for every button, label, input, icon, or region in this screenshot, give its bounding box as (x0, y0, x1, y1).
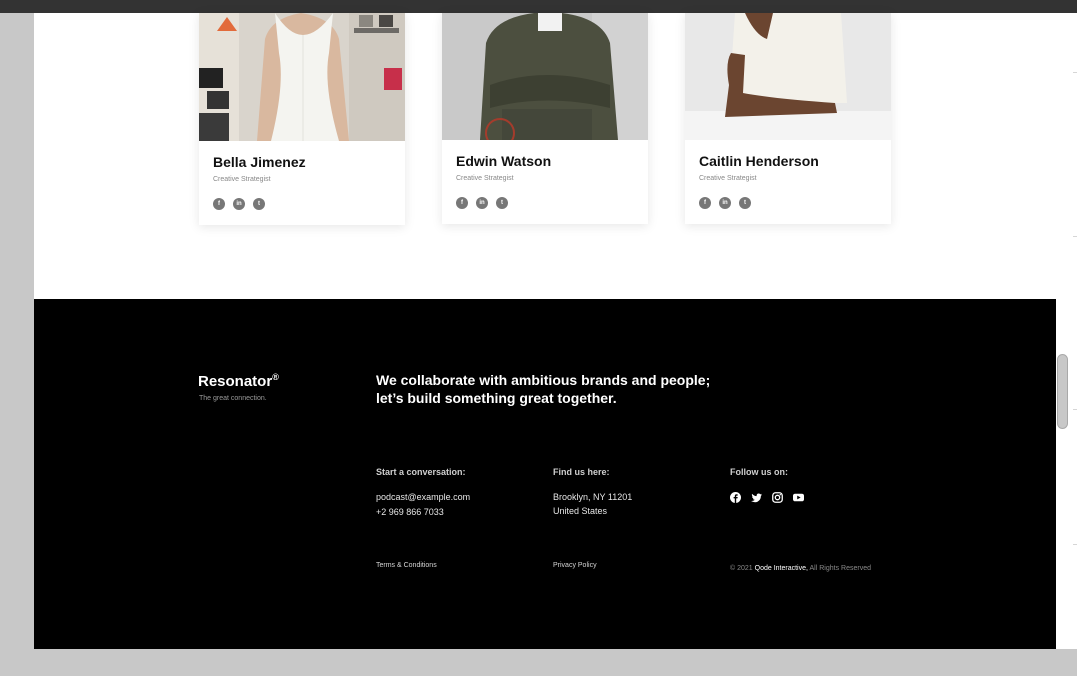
gutter-divider (1073, 544, 1077, 545)
facebook-icon[interactable]: f (699, 197, 711, 209)
team-member-photo (199, 13, 405, 141)
copyright-prefix: © 2021 (730, 565, 753, 572)
gutter-divider (1073, 409, 1077, 410)
copyright-suffix: All Rights Reserved (809, 565, 871, 572)
linkedin-icon[interactable]: in (476, 197, 488, 209)
instagram-icon[interactable] (772, 492, 783, 503)
team-member-role: Creative Strategist (456, 175, 514, 182)
follow-title: Follow us on: (730, 467, 788, 477)
location-line-1: Brooklyn, NY 11201 (553, 492, 633, 502)
footer-headline: We collaborate with ambitious brands and… (376, 371, 756, 407)
team-card[interactable]: Edwin Watson Creative Strategist f in t (442, 13, 648, 224)
terms-link[interactable]: Terms & Conditions (376, 562, 437, 569)
team-member-photo (685, 13, 891, 140)
location-line-2: United States (553, 506, 608, 516)
team-member-socials: f in t (699, 197, 751, 209)
facebook-icon[interactable] (730, 492, 741, 503)
team-member-socials: f in t (456, 197, 508, 209)
site-footer: Resonator® The great connection. We coll… (34, 299, 1056, 649)
scrollbar-thumb[interactable] (1057, 354, 1068, 429)
browser-top-bar (0, 0, 1077, 13)
team-member-role: Creative Strategist (213, 176, 271, 183)
contact-phone-link[interactable]: +2 969 866 7033 (376, 507, 444, 517)
footer-social-icons (730, 492, 804, 503)
team-member-socials: f in t (213, 198, 265, 210)
team-card[interactable]: Bella Jimenez Creative Strategist f in t (199, 13, 405, 225)
linkedin-icon[interactable]: in (719, 197, 731, 209)
contact-title: Start a conversation: (376, 467, 466, 477)
twitter-icon[interactable] (751, 492, 762, 503)
team-member-photo (442, 13, 648, 140)
twitter-icon[interactable]: t (739, 197, 751, 209)
youtube-icon[interactable] (793, 492, 804, 503)
contact-email-link[interactable]: podcast@example.com (376, 492, 470, 502)
footer-brand[interactable]: Resonator® (198, 372, 279, 390)
team-member-name: Edwin Watson (456, 153, 552, 169)
linkedin-icon[interactable]: in (233, 198, 245, 210)
facebook-icon[interactable]: f (456, 197, 468, 209)
browser-bottom-area (0, 649, 1077, 676)
team-member-name: Bella Jimenez (213, 154, 306, 170)
copyright: © 2021 Qode Interactive, All Rights Rese… (730, 565, 871, 572)
twitter-icon[interactable]: t (253, 198, 265, 210)
team-member-role: Creative Strategist (699, 175, 757, 182)
footer-tagline: The great connection. (199, 395, 267, 402)
twitter-icon[interactable]: t (496, 197, 508, 209)
brand-registered-mark: ® (272, 372, 279, 382)
headline-line-2: let’s build something great together. (376, 390, 617, 406)
gutter-divider (1073, 72, 1077, 73)
privacy-link[interactable]: Privacy Policy (553, 562, 597, 569)
copyright-company-link[interactable]: Qode Interactive, (755, 565, 808, 572)
brand-name: Resonator (198, 373, 273, 390)
right-gutter (1056, 13, 1077, 676)
team-card[interactable]: Caitlin Henderson Creative Strategist f … (685, 13, 891, 224)
location-title: Find us here: (553, 467, 610, 477)
headline-line-1: We collaborate with ambitious brands and… (376, 372, 711, 388)
team-member-name: Caitlin Henderson (699, 153, 819, 169)
facebook-icon[interactable]: f (213, 198, 225, 210)
gutter-divider (1073, 236, 1077, 237)
